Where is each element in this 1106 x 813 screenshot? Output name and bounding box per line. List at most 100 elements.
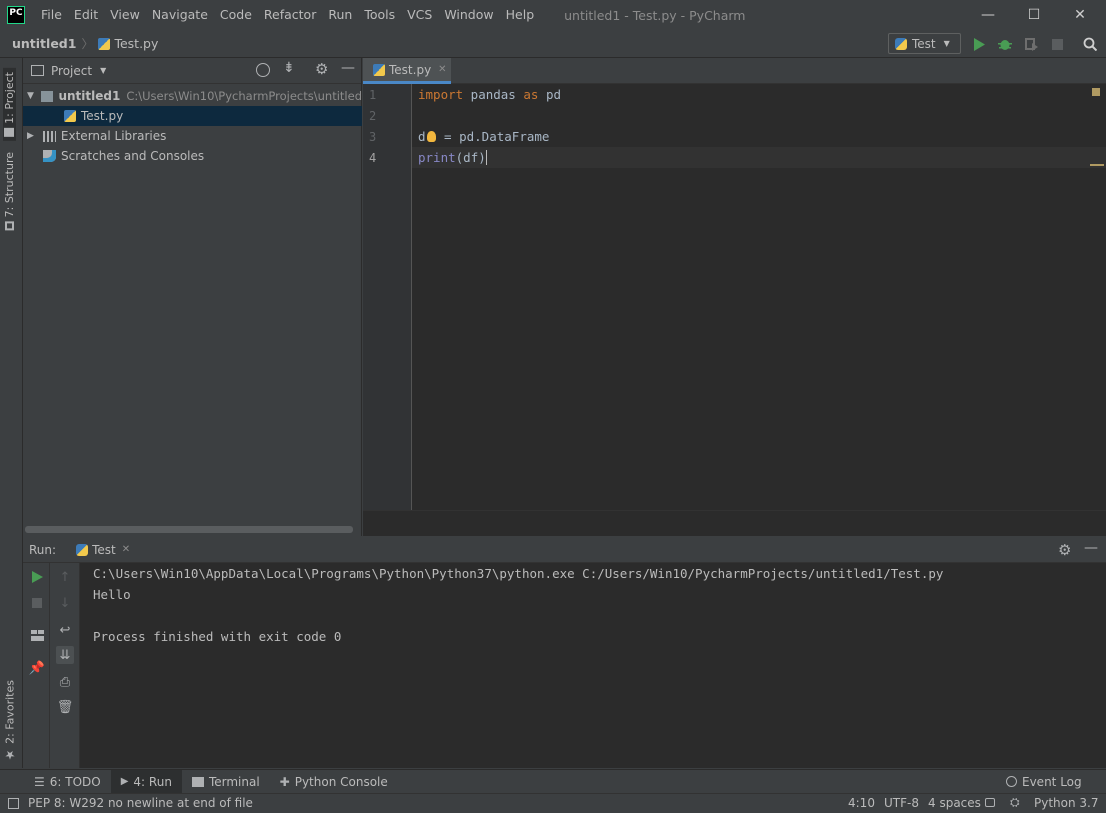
menu-navigate[interactable]: Navigate: [146, 0, 214, 30]
lightbulb-icon[interactable]: [426, 131, 436, 142]
chevron-down-icon: ▼: [943, 39, 950, 48]
python-file-icon: [98, 37, 111, 50]
editor-tab-test-py[interactable]: Test.py ✕: [363, 58, 451, 84]
play-icon: [31, 571, 43, 583]
code-line-4[interactable]: print(df): [418, 147, 487, 168]
code-builtin: print: [418, 150, 456, 165]
gear-icon[interactable]: ⚙: [1058, 541, 1071, 559]
scroll-down-button[interactable]: ↓: [56, 594, 74, 612]
stop-button[interactable]: [1048, 35, 1066, 53]
tree-item-scratches[interactable]: Scratches and Consoles: [23, 146, 362, 166]
caret-position[interactable]: 4:10: [848, 796, 875, 810]
tree-item-test-py[interactable]: Test.py: [23, 106, 362, 126]
folder-icon: [4, 127, 15, 137]
menu-edit[interactable]: Edit: [68, 0, 104, 30]
python-interpreter[interactable]: Python 3.7: [1034, 796, 1099, 810]
code-assignment: = pd.DataFrame: [436, 129, 550, 144]
search-icon: [1083, 37, 1097, 51]
trash-icon: 🗑: [56, 699, 74, 715]
status-message[interactable]: PEP 8: W292 no newline at end of file: [28, 796, 253, 810]
coverage-button[interactable]: [1022, 35, 1040, 53]
clear-button[interactable]: 🗑: [56, 698, 74, 716]
menu-run[interactable]: Run: [322, 0, 358, 30]
pin-icon: 📌: [28, 660, 46, 676]
tool-window-toggle-icon[interactable]: [8, 798, 19, 809]
code-line-1[interactable]: import pandas as pd: [418, 84, 561, 105]
event-log-tab[interactable]: Event Log: [996, 770, 1092, 794]
tool-tab-python-console[interactable]: ✚ Python Console: [270, 770, 398, 794]
minimize-button[interactable]: —: [965, 0, 1011, 30]
console-output[interactable]: C:\Users\Win10\AppData\Local\Programs\Py…: [93, 563, 943, 647]
run-config-selector[interactable]: Test ▼: [888, 33, 961, 54]
text-cursor: [485, 150, 487, 165]
collapse-all-icon[interactable]: ⇟: [283, 60, 295, 76]
tree-item-root[interactable]: ▼ untitled1 C:\Users\Win10\PycharmProjec…: [23, 86, 362, 106]
warning-stripe[interactable]: [1090, 164, 1104, 166]
tool-tab-favorites[interactable]: ★ 2: Favorites: [3, 680, 17, 762]
terminal-icon: [191, 776, 204, 787]
menu-file[interactable]: File: [35, 0, 68, 30]
python-icon: [895, 37, 907, 50]
run-tab[interactable]: Test ✕: [76, 543, 130, 557]
breadcrumb-project[interactable]: untitled1: [12, 36, 76, 51]
tool-tab-structure[interactable]: 7: Structure: [3, 152, 16, 231]
menu-window[interactable]: Window: [438, 0, 499, 30]
code-line-3[interactable]: d = pd.DataFrame: [418, 126, 549, 147]
pin-button[interactable]: 📌: [28, 659, 46, 677]
close-tab-icon[interactable]: ✕: [438, 64, 446, 75]
close-button[interactable]: ✕: [1057, 0, 1103, 30]
tool-tab-project-label: 1: Project: [3, 72, 16, 124]
code-variable: d: [418, 129, 426, 144]
hide-panel-icon[interactable]: —: [341, 60, 355, 76]
print-button[interactable]: ⎙: [56, 673, 74, 691]
scroll-to-end-button[interactable]: ⇊: [56, 646, 74, 664]
run-button[interactable]: [970, 35, 988, 53]
close-tab-icon[interactable]: ✕: [122, 544, 130, 555]
status-bar: PEP 8: W292 no newline at end of file 4:…: [0, 793, 1106, 813]
lock-icon[interactable]: [985, 798, 995, 807]
inspector-icon[interactable]: ⛭: [1010, 795, 1020, 810]
code-keyword: import: [418, 87, 464, 102]
structure-icon: [5, 221, 14, 231]
maximize-button[interactable]: ☐: [1011, 0, 1057, 30]
file-encoding[interactable]: UTF-8: [884, 796, 919, 810]
scroll-up-button[interactable]: ↑: [56, 568, 74, 586]
coverage-icon: [1025, 38, 1038, 51]
project-panel-title[interactable]: Project: [51, 64, 92, 78]
menu-help[interactable]: Help: [500, 0, 541, 30]
menu-code[interactable]: Code: [214, 0, 258, 30]
menu-tools[interactable]: Tools: [358, 0, 401, 30]
soft-wrap-button[interactable]: ↩: [56, 621, 74, 639]
menu-refactor[interactable]: Refactor: [258, 0, 322, 30]
console-line: Process finished with exit code 0: [93, 629, 342, 644]
menu-view[interactable]: View: [104, 0, 146, 30]
gear-icon[interactable]: ⚙: [315, 60, 328, 78]
indent-setting[interactable]: 4 spaces: [928, 796, 981, 810]
tool-tab-run[interactable]: ▶ 4: Run: [110, 769, 182, 794]
tree-file-label: Test.py: [81, 109, 124, 123]
tree-external-label: External Libraries: [60, 129, 167, 143]
folder-icon: [40, 90, 54, 102]
project-panel-header: Project ▼ ⇟ ⚙ —: [23, 58, 361, 84]
chevron-right-icon: 〉: [81, 37, 94, 51]
code-module: pandas: [463, 87, 524, 102]
hide-panel-icon[interactable]: —: [1084, 540, 1098, 556]
breadcrumb-file[interactable]: Test.py: [114, 36, 158, 51]
rerun-button[interactable]: [28, 568, 46, 586]
menu-vcs[interactable]: VCS: [401, 0, 438, 30]
stop-button[interactable]: [28, 594, 46, 612]
tool-tab-todo[interactable]: ☰ 6: TODO: [24, 770, 111, 794]
search-button[interactable]: [1081, 35, 1099, 53]
editor-area: Test.py ✕ 1 2 3 4 import pandas as pd d …: [363, 58, 1106, 536]
layout-button[interactable]: [28, 626, 46, 644]
tree-item-external-libraries[interactable]: ▶ External Libraries: [23, 126, 362, 146]
bug-icon: [998, 40, 1012, 50]
project-view-icon: [31, 65, 44, 76]
chevron-down-icon[interactable]: ▼: [100, 66, 106, 75]
debug-button[interactable]: [996, 35, 1014, 53]
tool-tab-project[interactable]: 1: Project: [3, 68, 16, 141]
locate-icon[interactable]: [256, 63, 270, 77]
tool-tab-terminal[interactable]: Terminal: [182, 770, 270, 794]
inspection-marker[interactable]: [1092, 88, 1100, 96]
horizontal-scrollbar[interactable]: [25, 526, 353, 533]
